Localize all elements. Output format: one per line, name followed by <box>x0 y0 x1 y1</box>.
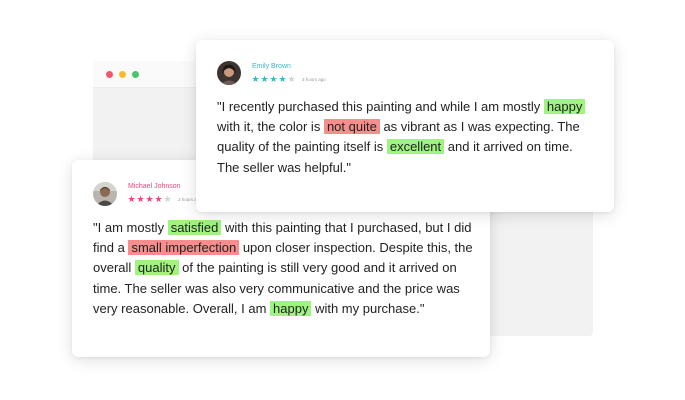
review-text-segment: with it, the color is <box>217 119 321 135</box>
review-text-segment: with my purchase." <box>315 300 425 316</box>
star-empty-icon: ★ <box>163 194 172 204</box>
positive-highlight: satisfied <box>167 220 222 235</box>
review-text-segment: "I am mostly <box>93 220 165 235</box>
star-icon: ★ <box>154 194 163 204</box>
positive-highlight: happy <box>270 300 312 316</box>
reviewer-name[interactable]: Emily Brown <box>252 63 291 70</box>
star-empty-icon: ★ <box>287 74 296 84</box>
user-avatar-photo-icon <box>93 182 117 206</box>
negative-highlight: not quite <box>323 119 380 135</box>
avatar <box>217 61 241 85</box>
close-window-dot-icon[interactable] <box>106 71 113 78</box>
star-rating: ★ ★ ★ ★ ★ <box>127 195 172 204</box>
review-timestamp: 3 hours ago <box>302 77 326 82</box>
review-card-emily: Emily Brown ★ ★ ★ ★ ★ 3 hours ago "I rec… <box>196 40 614 212</box>
reviewer-name[interactable]: Michael Johnson <box>128 183 181 190</box>
star-icon: ★ <box>136 194 145 204</box>
star-rating: ★ ★ ★ ★ ★ <box>251 75 296 84</box>
positive-highlight: quality <box>134 260 179 276</box>
star-icon: ★ <box>278 74 287 84</box>
maximize-window-dot-icon[interactable] <box>132 71 139 78</box>
star-icon: ★ <box>251 74 260 84</box>
star-icon: ★ <box>269 74 278 84</box>
review-text-segment: "I recently purchased this painting and … <box>217 99 541 114</box>
avatar <box>93 182 117 206</box>
review-text: "I recently purchased this painting and … <box>217 97 597 178</box>
user-avatar-photo-icon <box>217 61 241 85</box>
rating-row: ★ ★ ★ ★ ★ 3 hours ago <box>251 75 326 84</box>
positive-highlight: excellent <box>386 139 445 155</box>
rating-row: ★ ★ ★ ★ ★ 3 hours ago <box>127 195 201 204</box>
positive-highlight: happy <box>543 99 586 114</box>
star-icon: ★ <box>260 74 269 84</box>
negative-highlight: small imperfection <box>128 240 240 256</box>
minimize-window-dot-icon[interactable] <box>119 71 126 78</box>
star-icon: ★ <box>127 194 136 204</box>
star-icon: ★ <box>145 194 154 204</box>
review-text: "I am mostly satisfied with this paintin… <box>93 218 478 319</box>
